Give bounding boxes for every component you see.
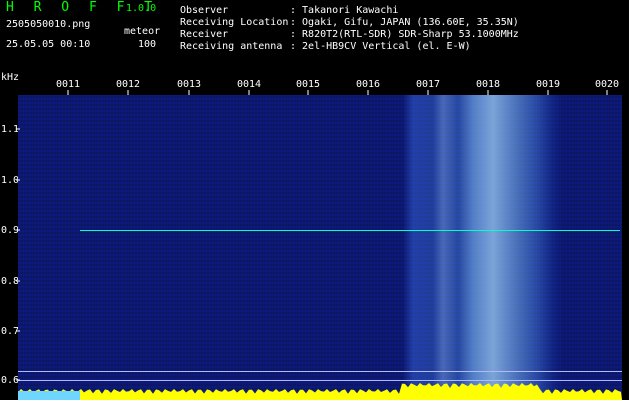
baseline-segment — [18, 391, 80, 400]
plot-ticks-overlay — [16, 90, 622, 400]
echo-trace — [18, 383, 622, 400]
